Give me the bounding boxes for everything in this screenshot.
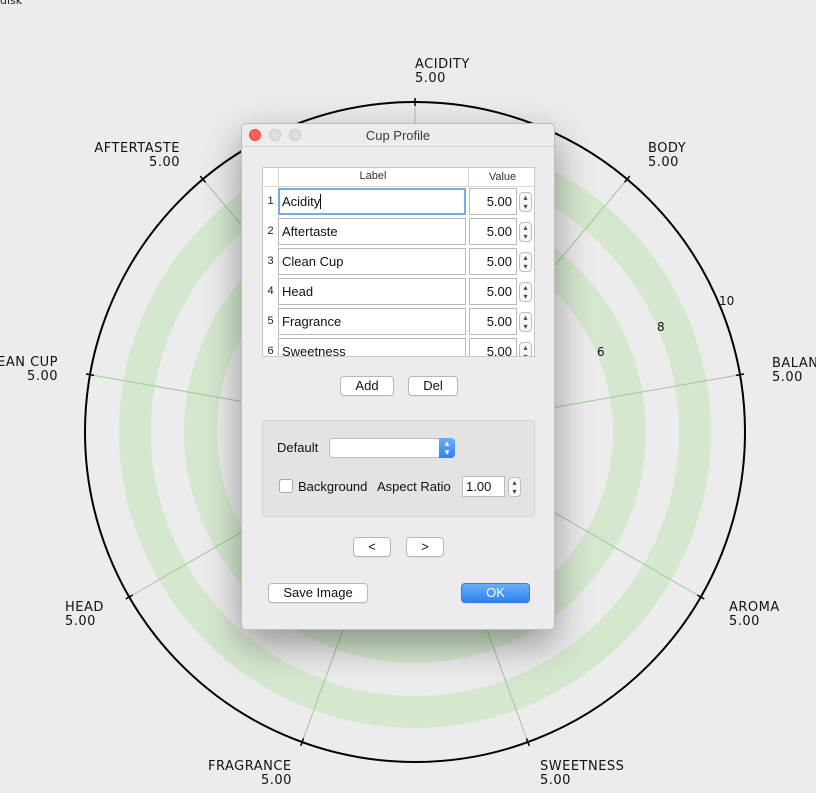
radar-axis-value: 5.00 <box>27 369 58 384</box>
dialog-title: Cup Profile <box>365 128 431 143</box>
row-label-text: Acidity <box>282 194 321 209</box>
previous-button[interactable]: < <box>353 537 391 557</box>
row-value-input[interactable]: 5.00 <box>469 278 517 305</box>
row-label-text: Aftertaste <box>282 224 338 239</box>
row-number: 6 <box>263 337 279 356</box>
header-label[interactable]: Label <box>278 170 468 182</box>
row-number: 5 <box>263 307 279 337</box>
default-label: Default <box>277 440 319 455</box>
radar-tick-label: 8 <box>657 320 665 334</box>
aspect-ratio-stepper[interactable]: ▴ ▾ <box>508 477 521 497</box>
radar-axis-label: ACIDITY <box>415 57 470 72</box>
next-button[interactable]: > <box>406 537 444 557</box>
table-row[interactable]: 6 Sweetness 5.00 ▴ ▾ <box>263 337 534 357</box>
row-label-input[interactable]: Clean Cup <box>278 248 466 275</box>
radar-axis-label: AFTERTASTE <box>94 141 180 156</box>
radar-axis-label: SWEETNESS <box>540 759 624 774</box>
table-row[interactable]: 3 Clean Cup 5.00 ▴ ▾ <box>263 247 534 277</box>
row-label-input[interactable]: Aftertaste <box>278 218 466 245</box>
radar-axis-tick <box>85 373 95 377</box>
text-caret <box>320 194 322 209</box>
row-value-stepper[interactable]: ▴ ▾ <box>519 282 532 302</box>
row-value-input[interactable]: 5.00 <box>469 248 517 275</box>
row-value-input[interactable]: 5.00 <box>469 188 517 215</box>
background-label: Background <box>298 479 368 494</box>
table-header: Label Value <box>263 168 534 187</box>
table-row[interactable]: 4 Head 5.00 ▴ ▾ <box>263 277 534 307</box>
row-label-text: Sweetness <box>282 344 346 357</box>
radar-axis-label: FRAGRANCE <box>208 759 292 774</box>
row-value-stepper[interactable]: ▴ ▾ <box>519 312 532 332</box>
aspect-ratio-label: Aspect Ratio <box>377 479 451 494</box>
row-value-stepper[interactable]: ▴ ▾ <box>519 252 532 272</box>
row-label-text: Clean Cup <box>282 254 344 269</box>
delete-row-button[interactable]: Del <box>408 376 458 396</box>
row-value-input[interactable]: 5.00 <box>469 308 517 335</box>
radar-axis-value: 5.00 <box>648 155 679 170</box>
row-label-input[interactable]: Fragrance <box>278 308 466 335</box>
row-label-input[interactable]: Head <box>278 278 466 305</box>
table-row[interactable]: 2 Aftertaste 5.00 ▴ ▾ <box>263 217 534 247</box>
options-group: Default ▴ ▾ Background Aspect Ratio 1.00 … <box>262 420 535 517</box>
select-arrows-icon: ▴ ▾ <box>439 438 455 458</box>
header-number <box>263 168 279 186</box>
add-row-button[interactable]: Add <box>340 376 394 396</box>
save-image-button[interactable]: Save Image <box>268 583 368 603</box>
background-checkbox[interactable] <box>279 479 293 493</box>
cup-profile-dialog: Cup Profile Label Value 1 Acidity 5.00 ▴ ▾ 2 A… <box>241 123 555 630</box>
row-label-text: Head <box>282 284 314 299</box>
radar-axis-value: 5.00 <box>65 614 96 629</box>
radar-tick-label: 6 <box>597 345 605 359</box>
row-value-input[interactable]: 5.00 <box>469 338 517 356</box>
row-label-text: Fragrance <box>282 314 342 329</box>
header-value[interactable]: Value <box>468 168 534 186</box>
row-number: 2 <box>263 217 279 247</box>
radar-tick-label: 10 <box>719 294 734 308</box>
row-value-stepper[interactable]: ▴ ▾ <box>519 222 532 242</box>
ok-button[interactable]: OK <box>461 583 530 603</box>
table-row[interactable]: 5 Fragrance 5.00 ▴ ▾ <box>263 307 534 337</box>
row-value-stepper[interactable]: ▴ ▾ <box>519 342 532 356</box>
row-value-input[interactable]: 5.00 <box>469 218 517 245</box>
aspect-ratio-input[interactable]: 1.00 <box>462 476 505 497</box>
row-number: 3 <box>263 247 279 277</box>
radar-axis-label: HEAD <box>65 600 104 615</box>
radar-axis-value: 5.00 <box>149 155 180 170</box>
default-select[interactable]: ▴ ▾ <box>329 438 455 458</box>
radar-axis-tick <box>735 373 745 377</box>
row-label-input[interactable]: Acidity <box>278 188 466 215</box>
radar-axis-label: CLEAN CUP <box>0 355 58 370</box>
radar-axis-label: BALANCE <box>772 356 816 371</box>
dialog-titlebar: Cup Profile <box>242 124 554 147</box>
profile-table: Label Value 1 Acidity 5.00 ▴ ▾ 2 Aftertaste 5.0… <box>262 167 535 357</box>
row-number: 1 <box>263 187 279 217</box>
table-row[interactable]: 1 Acidity 5.00 ▴ ▾ <box>263 187 534 217</box>
radar-axis-label: AROMA <box>729 600 780 615</box>
radar-axis-value: 5.00 <box>415 71 446 86</box>
radar-axis-value: 5.00 <box>729 614 760 629</box>
radar-axis-value: 5.00 <box>540 773 571 788</box>
radar-axis-value: 5.00 <box>772 370 803 385</box>
row-label-input[interactable]: Sweetness <box>278 338 466 357</box>
row-number: 4 <box>263 277 279 307</box>
radar-axis-label: BODY <box>648 141 686 156</box>
row-value-stepper[interactable]: ▴ ▾ <box>519 192 532 212</box>
radar-axis-value: 5.00 <box>261 773 292 788</box>
